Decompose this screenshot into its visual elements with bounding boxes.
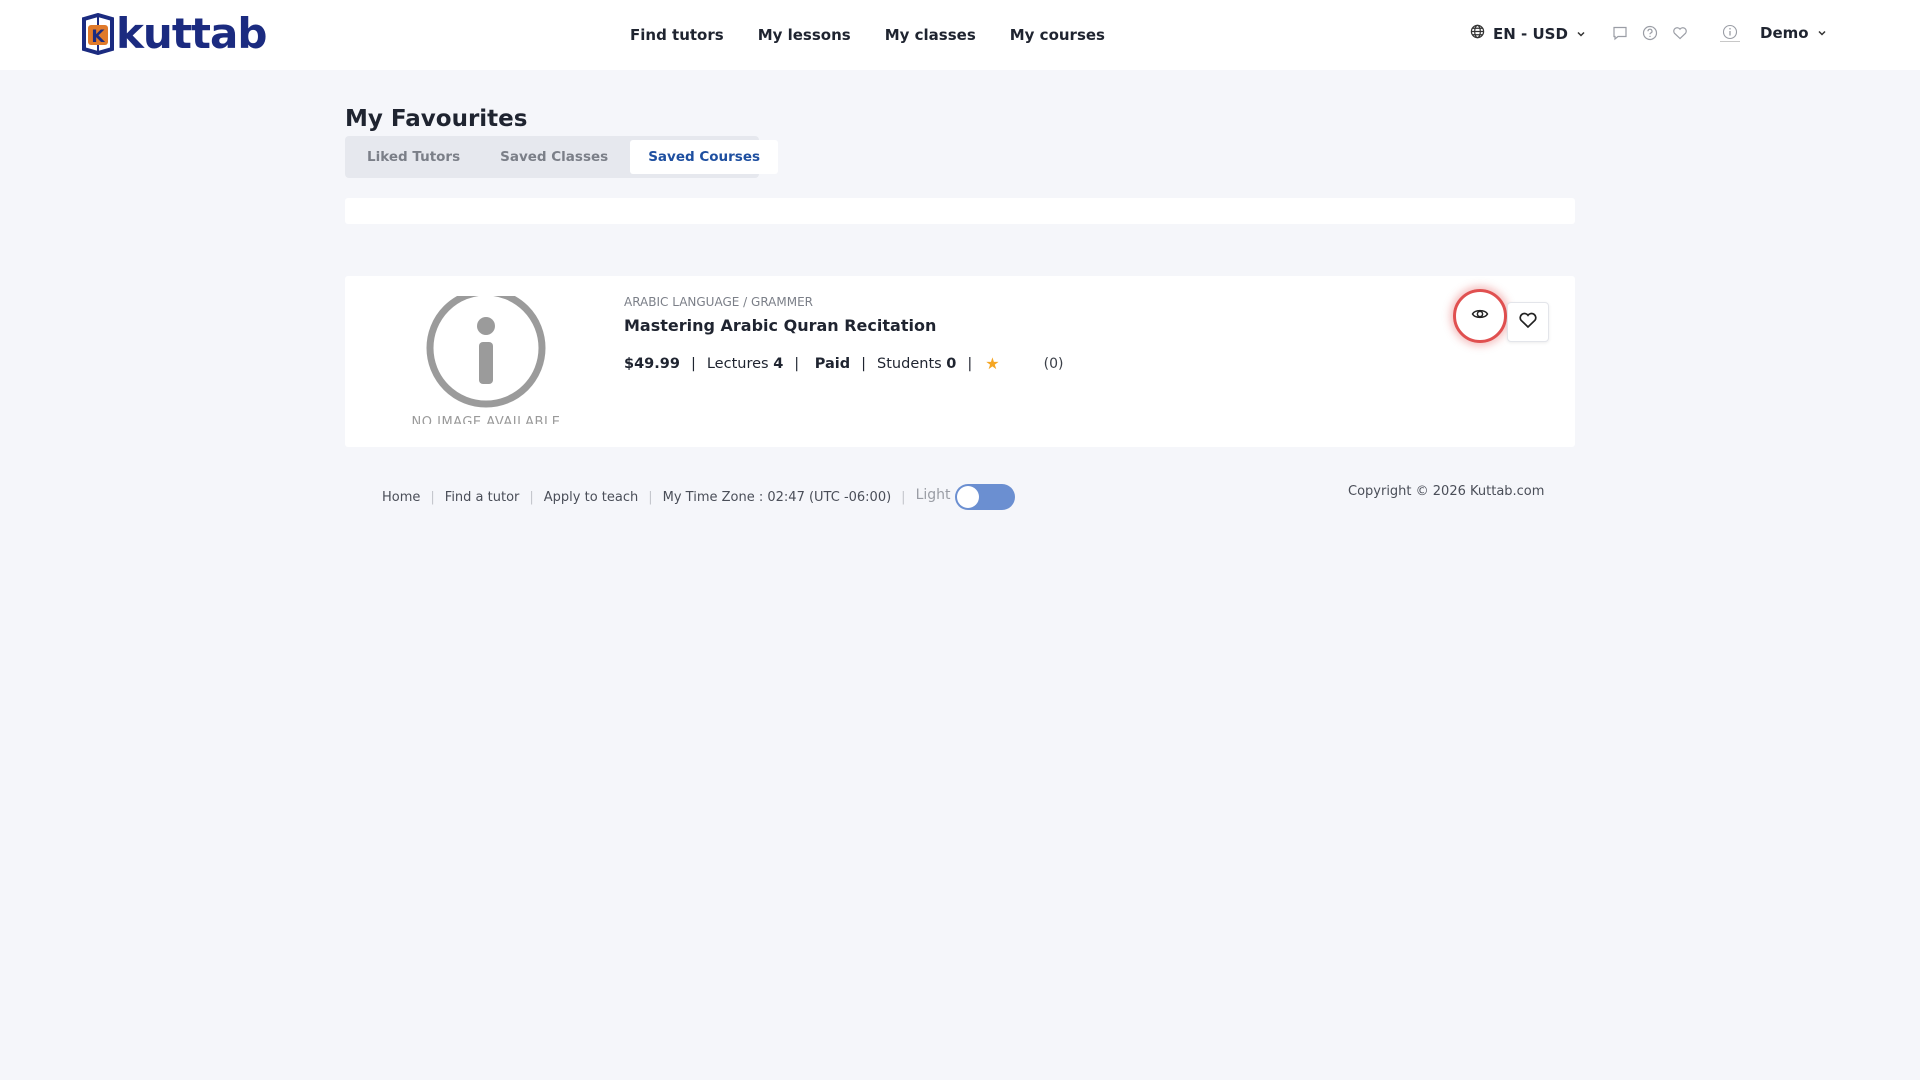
- lectures-label: Lectures: [706, 355, 769, 372]
- eye-icon: [1471, 305, 1489, 327]
- course-card: NO IMAGE AVAILABLE ARABIC LANGUAGE / GRA…: [345, 276, 1575, 447]
- students-label: Students: [877, 355, 942, 372]
- star-icon: ★: [985, 354, 1000, 373]
- main-nav: Find tutors My lessons My classes My cou…: [630, 0, 1105, 70]
- theme-label: Light: [915, 487, 951, 503]
- user-menu[interactable]: Demo: [1760, 24, 1827, 42]
- footer-separator: |: [901, 489, 906, 505]
- meta-separator: |: [690, 355, 696, 372]
- footer-find-tutor-link[interactable]: Find a tutor: [445, 490, 520, 505]
- heart-icon: [1518, 310, 1538, 334]
- top-header: K kuttab Find tutors My lessons My class…: [0, 0, 1920, 70]
- info-underline: [1720, 41, 1740, 42]
- logo-text: kuttab: [116, 9, 267, 58]
- meta-separator: |: [861, 355, 867, 372]
- nav-find-tutors[interactable]: Find tutors: [630, 26, 724, 44]
- user-name: Demo: [1760, 24, 1809, 42]
- locale-selector[interactable]: EN - USD: [1470, 24, 1586, 43]
- tab-saved-classes[interactable]: Saved Classes: [482, 140, 626, 174]
- course-category: ARABIC LANGUAGE / GRAMMER: [624, 295, 813, 309]
- copyright-text: Copyright © 2026 Kuttab.com: [1348, 484, 1545, 499]
- theme-toggle[interactable]: [954, 484, 1015, 510]
- chat-icon[interactable]: [1612, 25, 1628, 41]
- course-title[interactable]: Mastering Arabic Quran Recitation: [624, 316, 936, 335]
- meta-separator: |: [794, 355, 800, 372]
- course-type: Paid: [814, 355, 851, 372]
- filter-bar: [345, 198, 1575, 224]
- chevron-down-icon: [1576, 25, 1586, 43]
- logo-letter: K: [91, 27, 105, 47]
- favourites-tabs: Liked Tutors Saved Classes Saved Courses: [345, 136, 779, 178]
- course-price: $49.99: [624, 355, 680, 372]
- footer-links: Home | Find a tutor | Apply to teach | M…: [382, 484, 1015, 510]
- nav-my-classes[interactable]: My classes: [885, 26, 976, 44]
- timezone-text: My Time Zone : 02:47 (UTC -06:00): [662, 489, 892, 505]
- unfavourite-button[interactable]: [1507, 302, 1549, 342]
- heart-icon[interactable]: [1672, 25, 1688, 41]
- meta-separator: |: [967, 355, 973, 372]
- footer-separator: |: [529, 489, 534, 505]
- toggle-knob: [956, 486, 979, 508]
- students-value: 0: [946, 355, 957, 372]
- footer-separator: |: [648, 489, 653, 505]
- course-meta: $49.99 | Lectures 4 | Paid | Students 0 …: [624, 354, 1063, 373]
- globe-icon: [1470, 24, 1485, 43]
- help-icon[interactable]: [1642, 25, 1658, 41]
- nav-my-courses[interactable]: My courses: [1010, 26, 1105, 44]
- view-course-button[interactable]: [1460, 296, 1500, 336]
- nav-my-lessons[interactable]: My lessons: [758, 26, 851, 44]
- no-image-text: NO IMAGE AVAILABLE: [411, 415, 561, 424]
- lectures-value: 4: [773, 355, 784, 372]
- footer-home-link[interactable]: Home: [382, 490, 420, 505]
- info-placeholder-icon: [426, 296, 546, 408]
- footer-apply-teach-link[interactable]: Apply to teach: [544, 490, 638, 505]
- tab-liked-tutors[interactable]: Liked Tutors: [349, 140, 478, 174]
- logo-book-icon: K: [78, 12, 118, 56]
- chevron-down-icon: [1817, 24, 1827, 42]
- rating-count: (0): [1043, 355, 1064, 372]
- footer-separator: |: [430, 489, 435, 505]
- page-title: My Favourites: [345, 106, 528, 132]
- no-image-placeholder: NO IMAGE AVAILABLE: [405, 296, 567, 424]
- locale-label: EN - USD: [1493, 24, 1568, 43]
- header-icons: [1612, 25, 1688, 41]
- tab-saved-courses[interactable]: Saved Courses: [630, 140, 779, 174]
- kuttab-logo[interactable]: K kuttab: [78, 9, 267, 58]
